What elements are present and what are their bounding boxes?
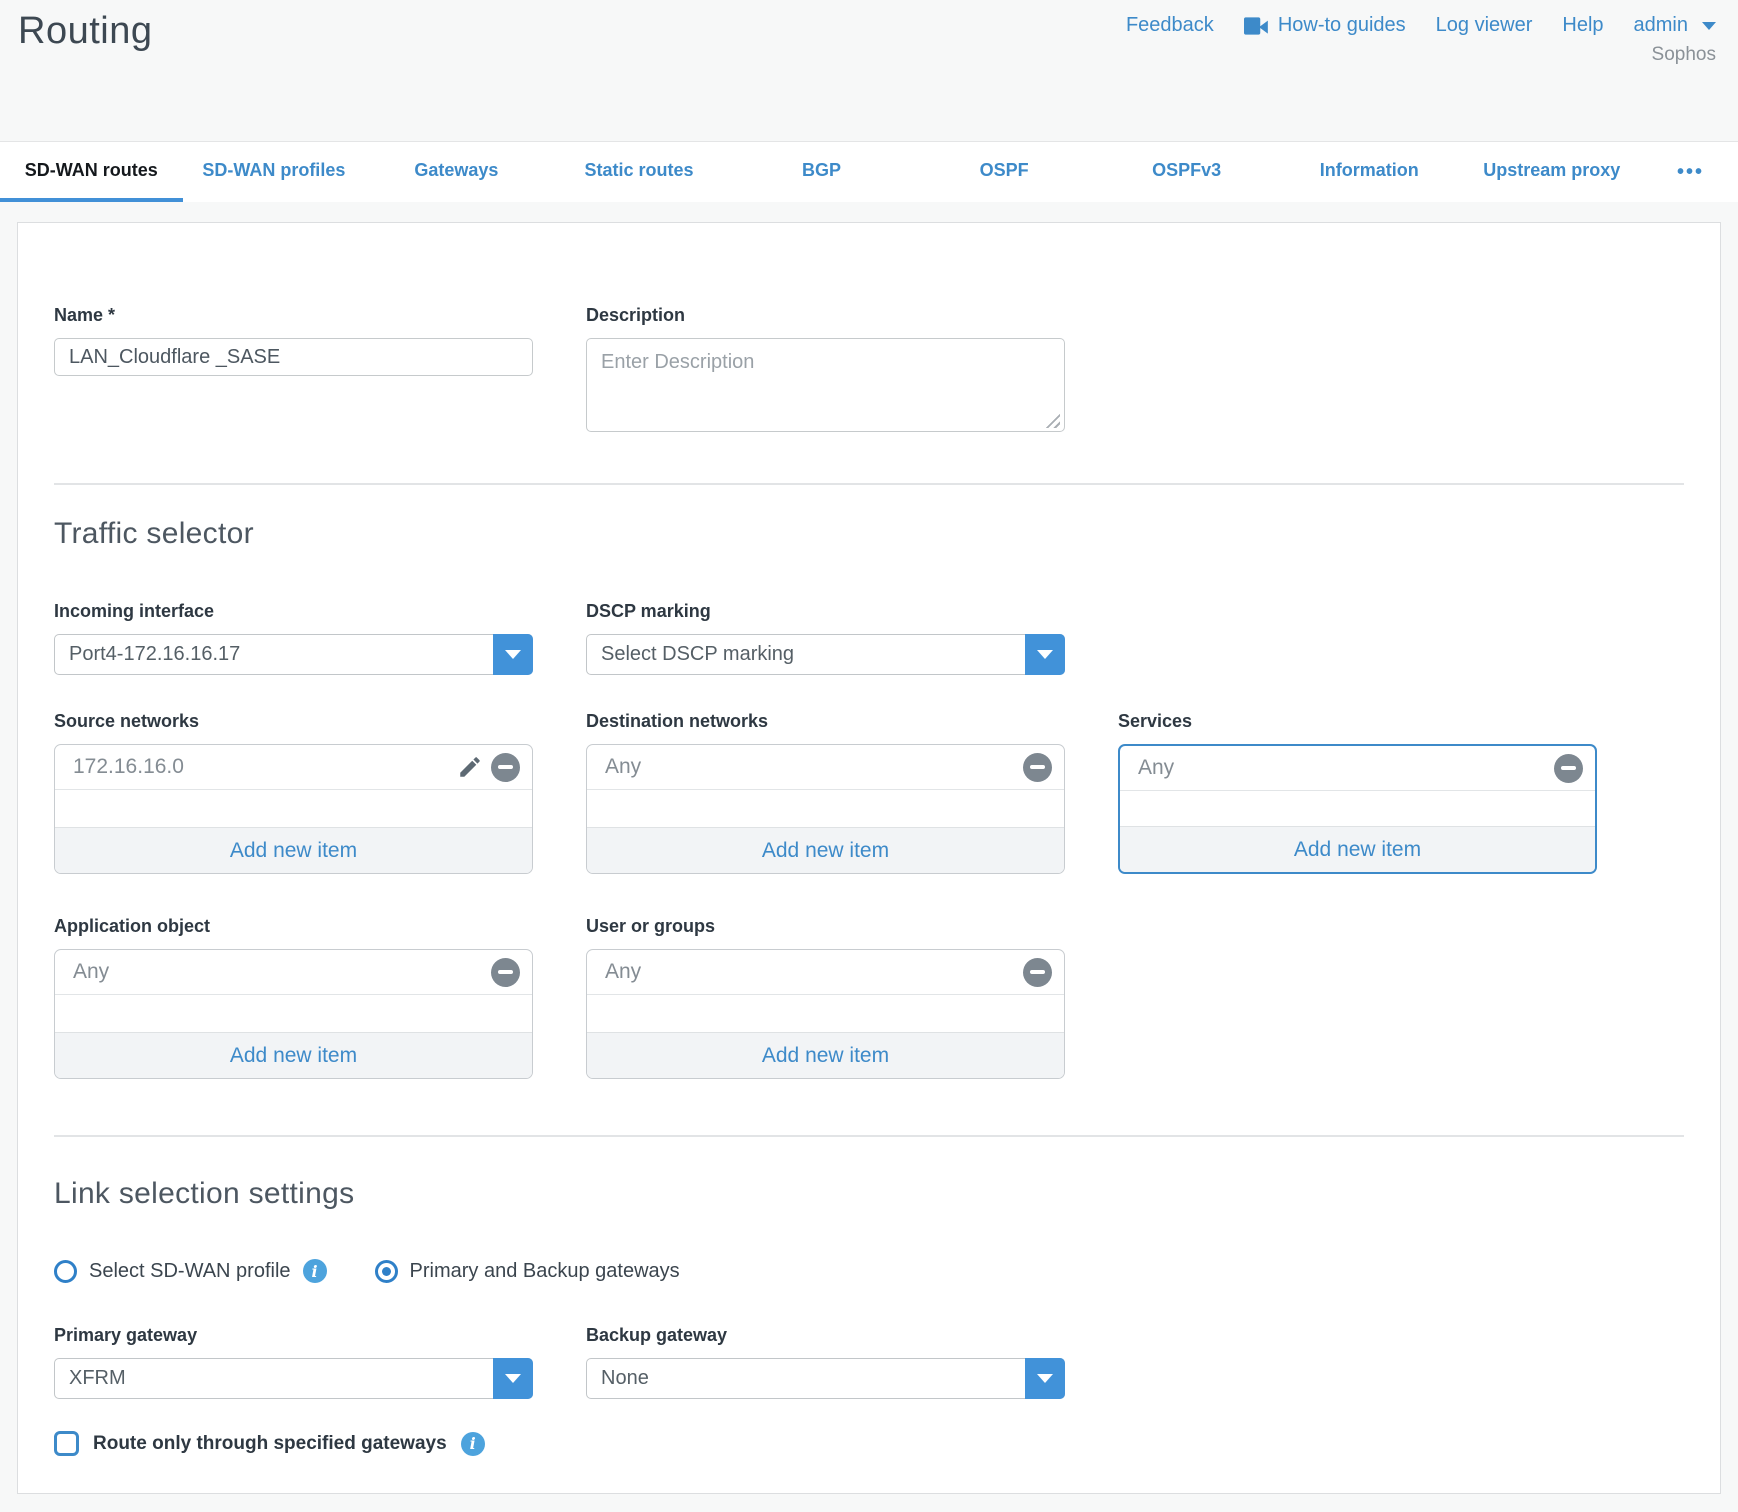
- traffic-selector-heading: Traffic selector: [54, 517, 1684, 551]
- tab-upstream-proxy[interactable]: Upstream proxy: [1461, 142, 1644, 202]
- info-icon[interactable]: i: [303, 1259, 327, 1283]
- radio-icon[interactable]: [54, 1260, 77, 1283]
- section-divider: [54, 1135, 1684, 1137]
- tab-information[interactable]: Information: [1278, 142, 1461, 202]
- add-new-item-button[interactable]: Add new item: [587, 1032, 1064, 1078]
- tab-ospf[interactable]: OSPF: [913, 142, 1096, 202]
- user-or-groups-box: Any Add new item: [586, 949, 1065, 1079]
- radio-primary-backup-gateways[interactable]: Primary and Backup gateways: [375, 1260, 680, 1283]
- incoming-interface-dropdown[interactable]: Port4-172.16.16.17: [54, 634, 533, 675]
- log-viewer-link[interactable]: Log viewer: [1436, 14, 1533, 37]
- primary-gateway-label: Primary gateway: [54, 1325, 533, 1346]
- tab-sdwan-profiles[interactable]: SD-WAN profiles: [183, 142, 366, 202]
- tab-bar: SD-WAN routes SD-WAN profiles Gateways S…: [0, 141, 1738, 202]
- top-header: Routing Feedback How-to guides Log viewe…: [0, 0, 1738, 141]
- tab-static-routes[interactable]: Static routes: [548, 142, 731, 202]
- user-or-groups-label: User or groups: [586, 916, 1065, 937]
- top-links: Feedback How-to guides Log viewer Help a…: [1126, 14, 1716, 37]
- list-item: Any: [587, 950, 1064, 995]
- tab-bgp[interactable]: BGP: [730, 142, 913, 202]
- add-new-item-button[interactable]: Add new item: [55, 1032, 532, 1078]
- section-divider: [54, 483, 1684, 485]
- description-textarea[interactable]: [586, 338, 1065, 432]
- remove-icon[interactable]: [491, 958, 520, 987]
- more-tabs-icon[interactable]: •••: [1643, 142, 1738, 202]
- services-label: Services: [1118, 711, 1597, 732]
- incoming-interface-label: Incoming interface: [54, 601, 533, 622]
- caret-down-icon: [1702, 22, 1716, 30]
- route-only-checkbox[interactable]: [54, 1431, 79, 1456]
- add-new-item-button[interactable]: Add new item: [587, 827, 1064, 873]
- route-only-label: Route only through specified gateways: [93, 1433, 447, 1455]
- howto-guides-link[interactable]: How-to guides: [1244, 14, 1406, 37]
- link-selection-heading: Link selection settings: [54, 1177, 1684, 1211]
- source-networks-label: Source networks: [54, 711, 533, 732]
- primary-gateway-dropdown[interactable]: XFRM: [54, 1358, 533, 1399]
- list-item: Any: [587, 745, 1064, 790]
- sdwan-route-form-panel: Name * Description Traffic selector Inco…: [17, 222, 1721, 1494]
- help-link[interactable]: Help: [1562, 14, 1603, 37]
- tab-ospfv3[interactable]: OSPFv3: [1095, 142, 1278, 202]
- info-icon[interactable]: i: [461, 1432, 485, 1456]
- dropdown-arrow-icon[interactable]: [1025, 1358, 1065, 1399]
- page-title: Routing: [18, 10, 152, 53]
- feedback-link[interactable]: Feedback: [1126, 14, 1214, 37]
- backup-gateway-dropdown[interactable]: None: [586, 1358, 1065, 1399]
- add-new-item-button[interactable]: Add new item: [55, 827, 532, 873]
- remove-icon[interactable]: [1023, 753, 1052, 782]
- edit-icon[interactable]: [457, 754, 491, 780]
- tab-sdwan-routes[interactable]: SD-WAN routes: [0, 142, 183, 202]
- name-input[interactable]: [54, 338, 533, 376]
- list-item: 172.16.16.0: [55, 745, 532, 790]
- source-networks-box: 172.16.16.0 Add new item: [54, 744, 533, 874]
- name-label: Name *: [54, 305, 533, 326]
- application-object-label: Application object: [54, 916, 533, 937]
- dropdown-arrow-icon[interactable]: [493, 1358, 533, 1399]
- remove-icon[interactable]: [1554, 754, 1583, 783]
- dscp-marking-label: DSCP marking: [586, 601, 1065, 622]
- radio-icon[interactable]: [375, 1260, 398, 1283]
- remove-icon[interactable]: [1023, 958, 1052, 987]
- destination-networks-label: Destination networks: [586, 711, 1065, 732]
- list-item: Any: [1120, 746, 1595, 791]
- application-object-box: Any Add new item: [54, 949, 533, 1079]
- tab-gateways[interactable]: Gateways: [365, 142, 548, 202]
- dropdown-arrow-icon[interactable]: [493, 634, 533, 675]
- brand-label: Sophos: [1652, 44, 1716, 66]
- list-item: Any: [55, 950, 532, 995]
- add-new-item-button[interactable]: Add new item: [1120, 826, 1595, 872]
- backup-gateway-label: Backup gateway: [586, 1325, 1065, 1346]
- destination-networks-box: Any Add new item: [586, 744, 1065, 874]
- remove-icon[interactable]: [491, 753, 520, 782]
- video-camera-icon: [1244, 16, 1270, 36]
- admin-menu[interactable]: admin: [1634, 14, 1716, 37]
- dscp-marking-dropdown[interactable]: Select DSCP marking: [586, 634, 1065, 675]
- description-label: Description: [586, 305, 1065, 326]
- radio-select-sdwan-profile[interactable]: Select SD-WAN profile i: [54, 1259, 327, 1283]
- services-box: Any Add new item: [1118, 744, 1597, 874]
- dropdown-arrow-icon[interactable]: [1025, 634, 1065, 675]
